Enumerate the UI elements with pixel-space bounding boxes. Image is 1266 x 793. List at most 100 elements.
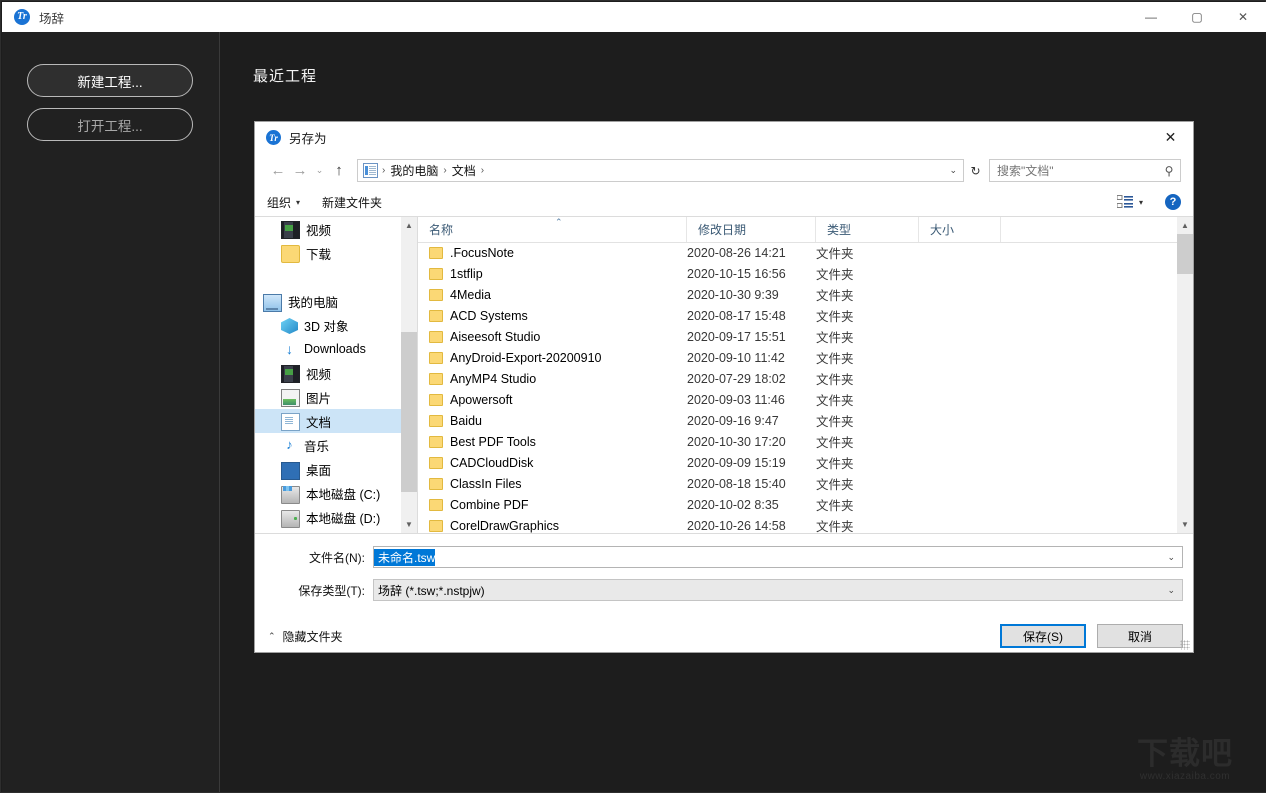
desktop-icon [281, 461, 300, 480]
table-row[interactable]: Apowersoft 2020-09-03 11:46 文件夹 [418, 389, 1177, 410]
table-row[interactable]: Best PDF Tools 2020-10-30 17:20 文件夹 [418, 431, 1177, 452]
chevron-down-icon[interactable]: ⌄ [1167, 585, 1175, 596]
help-icon[interactable]: ? [1165, 194, 1181, 210]
column-header-0[interactable]: 名称 [418, 217, 687, 242]
save-button[interactable]: 保存(S) [1000, 624, 1086, 648]
refresh-icon[interactable]: ↻ [964, 159, 987, 182]
new-project-button[interactable]: 新建工程... [27, 64, 193, 97]
back-icon[interactable]: ← [267, 160, 289, 182]
table-row[interactable]: CorelDrawGraphics 2020-10-26 14:58 文件夹 [418, 515, 1177, 533]
breadcrumb-item-1[interactable]: 文档 [449, 162, 479, 179]
search-input[interactable] [990, 162, 1158, 179]
recent-locations-icon[interactable]: ⌄ [311, 160, 328, 182]
scrollbar-thumb[interactable] [1177, 234, 1193, 274]
minimize-button[interactable]: — [1128, 2, 1174, 32]
table-row[interactable]: Baidu 2020-09-16 9:47 文件夹 [418, 410, 1177, 431]
cancel-button[interactable]: 取消 [1097, 624, 1183, 648]
folder-icon [429, 435, 443, 448]
scroll-up-icon[interactable]: ▲ [401, 217, 417, 234]
file-name: ClassIn Files [450, 476, 522, 491]
scroll-down-icon[interactable]: ▼ [1177, 516, 1193, 533]
scroll-down-icon[interactable]: ▼ [401, 516, 417, 533]
nav-item-label: 音乐 [304, 439, 330, 454]
nav-item-我的电脑[interactable]: 我的电脑 [255, 289, 385, 313]
filename-label: 文件名(N): [309, 550, 365, 565]
close-button[interactable]: ✕ [1220, 2, 1266, 32]
nav-item-图片[interactable]: 图片 [255, 385, 385, 409]
table-row[interactable]: .FocusNote 2020-08-26 14:21 文件夹 [418, 242, 1177, 263]
folder-icon [429, 414, 443, 427]
nav-item-本地磁盘 (C:)[interactable]: 本地磁盘 (C:) [255, 481, 385, 505]
table-row[interactable]: 4Media 2020-10-30 9:39 文件夹 [418, 284, 1177, 305]
address-dropdown-icon[interactable]: ⌄ [949, 165, 957, 176]
file-date: 2020-10-15 16:56 [687, 266, 786, 281]
file-list-scrollbar[interactable]: ▲ ▼ [1177, 217, 1193, 533]
filename-row: 文件名(N): 未命名.tsw ⌄ [255, 544, 1193, 570]
view-options-button[interactable]: ▾ [1116, 195, 1143, 209]
nav-item-网络[interactable]: 网络 [255, 529, 385, 533]
filename-field[interactable]: 未命名.tsw ⌄ [373, 546, 1183, 568]
file-date: 2020-09-17 15:51 [687, 329, 786, 344]
folder-icon [429, 330, 443, 343]
resize-grip[interactable] [1180, 640, 1190, 650]
chevron-down-icon[interactable]: ⌄ [1167, 552, 1175, 563]
dialog-close-icon[interactable]: ✕ [1148, 122, 1193, 153]
app-logo-icon: Tr [14, 9, 30, 25]
breadcrumb-item-0[interactable]: 我的电脑 [387, 162, 441, 179]
recent-projects-heading: 最近工程 [253, 68, 318, 85]
nav-item-本地磁盘 (D:)[interactable]: 本地磁盘 (D:) [255, 505, 385, 529]
scrollbar-thumb[interactable] [401, 332, 417, 492]
file-name: Best PDF Tools [450, 434, 536, 449]
table-row[interactable]: CADCloudDisk 2020-09-09 15:19 文件夹 [418, 452, 1177, 473]
nav-item-label: 图片 [306, 391, 332, 406]
download-icon: ↓ [286, 341, 293, 357]
column-header-3[interactable]: 大小 [919, 217, 1001, 242]
list-view-icon [1116, 195, 1133, 208]
nav-item-桌面[interactable]: 桌面 [255, 457, 385, 481]
up-icon[interactable]: ↑ [328, 160, 350, 182]
folder-icon [429, 393, 443, 406]
nav-item-label: Downloads [304, 342, 366, 356]
search-icon[interactable]: ⚲ [1158, 164, 1180, 178]
forward-icon[interactable]: → [289, 160, 311, 182]
file-name: CADCloudDisk [450, 455, 534, 470]
table-row[interactable]: AnyMP4 Studio 2020-07-29 18:02 文件夹 [418, 368, 1177, 389]
nav-item-label: 3D 对象 [304, 319, 349, 334]
table-row[interactable]: AnyDroid-Export-20200910 2020-09-10 11:42… [418, 347, 1177, 368]
table-row[interactable]: 1stflip 2020-10-15 16:56 文件夹 [418, 263, 1177, 284]
nav-item-音乐[interactable]: ♪ 音乐 [255, 433, 385, 457]
file-name: ACD Systems [450, 308, 528, 323]
file-name: AnyDroid-Export-20200910 [450, 350, 602, 365]
folder-icon [429, 498, 443, 511]
table-row[interactable]: Combine PDF 2020-10-02 8:35 文件夹 [418, 494, 1177, 515]
column-header-2[interactable]: 类型 [816, 217, 919, 242]
filetype-select[interactable]: 场辞 (*.tsw;*.nstpjw) ⌄ [373, 579, 1183, 601]
new-folder-button[interactable]: 新建文件夹 [322, 194, 382, 211]
filetype-row: 保存类型(T): 场辞 (*.tsw;*.nstpjw) ⌄ [255, 577, 1193, 603]
nav-item-视频[interactable]: 视频 [255, 217, 385, 241]
table-row[interactable]: ClassIn Files 2020-08-18 15:40 文件夹 [418, 473, 1177, 494]
nav-item-视频[interactable]: 视频 [255, 361, 385, 385]
table-row[interactable]: Aiseesoft Studio 2020-09-17 15:51 文件夹 [418, 326, 1177, 347]
navigation-pane-scrollbar[interactable]: ▲ ▼ [401, 217, 417, 533]
table-row[interactable]: ACD Systems 2020-08-17 15:48 文件夹 [418, 305, 1177, 326]
search-box[interactable]: ⚲ [989, 159, 1181, 182]
file-type: 文件夹 [816, 373, 854, 387]
nav-item-Downloads[interactable]: ↓ Downloads [255, 337, 385, 361]
address-bar[interactable]: › 我的电脑 › 文档 › ⌄ [357, 159, 964, 182]
nav-item-文档[interactable]: 文档 [255, 409, 401, 433]
dialog-title-bar: Tr 另存为 ✕ [255, 122, 1193, 153]
file-date: 2020-09-16 9:47 [687, 413, 779, 428]
hide-folders-toggle[interactable]: ⌃ 隐藏文件夹 [268, 628, 343, 645]
scroll-up-icon[interactable]: ▲ [1177, 217, 1193, 234]
filename-value[interactable]: 未命名.tsw [374, 548, 436, 566]
nav-item-3D 对象[interactable]: 3D 对象 [255, 313, 385, 337]
open-project-button[interactable]: 打开工程... [27, 108, 193, 141]
nav-item-label: 我的电脑 [288, 295, 339, 310]
organize-button[interactable]: 组织 ▾ [267, 194, 300, 211]
column-header-1[interactable]: 修改日期 [687, 217, 816, 242]
nav-item-下载[interactable]: 下载 [255, 241, 385, 265]
maximize-button[interactable]: ▢ [1174, 2, 1220, 32]
dialog-button-row: ⌃ 隐藏文件夹 保存(S) 取消 [255, 610, 1193, 648]
documents-icon [363, 163, 378, 178]
